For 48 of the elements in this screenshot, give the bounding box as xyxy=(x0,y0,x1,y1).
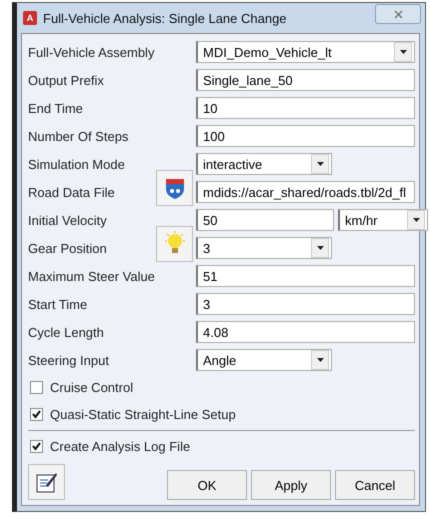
checkbox-label: Quasi-Static Straight-Line Setup xyxy=(50,407,236,422)
input-field[interactable]: 100 xyxy=(196,125,415,147)
field-label: Number Of Steps xyxy=(28,128,130,144)
road-sign-icon xyxy=(164,176,186,200)
field-label: Cycle Length xyxy=(28,324,105,340)
input-field[interactable]: Single_lane_50 xyxy=(196,69,415,91)
checkbox[interactable] xyxy=(30,408,43,421)
dropdown[interactable]: km/hr xyxy=(338,209,428,231)
window-title: Full-Vehicle Analysis: Single Lane Change xyxy=(43,10,288,26)
field-label: Road Data File xyxy=(28,184,116,200)
close-button[interactable] xyxy=(375,4,421,24)
dropdown-arrow-icon xyxy=(412,218,420,222)
field-label: Gear Position xyxy=(28,240,108,256)
dialog-button[interactable]: OK xyxy=(167,470,247,500)
field-label: End Time xyxy=(28,100,84,116)
dropdown[interactable]: Angle xyxy=(196,349,332,371)
close-icon xyxy=(394,10,402,18)
dropdown-arrow-icon xyxy=(400,50,406,54)
input-field[interactable]: 3 xyxy=(196,293,415,315)
dropdown[interactable]: 3 xyxy=(196,237,332,259)
dialog-button[interactable]: Apply xyxy=(251,470,331,500)
input-field[interactable]: 51 xyxy=(196,265,415,287)
dropdown[interactable]: MDI_Demo_Vehicle_lt xyxy=(196,41,415,63)
field-label: Output Prefix xyxy=(28,72,105,88)
dropdown-arrow-icon xyxy=(316,358,324,362)
dropdown[interactable]: interactive xyxy=(196,153,332,175)
checkbox-label: Create Analysis Log File xyxy=(50,439,190,454)
app-badge: A xyxy=(23,11,37,25)
dropdown-arrow-icon xyxy=(316,246,324,250)
notepad-pen-icon xyxy=(36,471,58,493)
checkbox[interactable] xyxy=(30,381,43,394)
checkbox[interactable] xyxy=(30,440,43,453)
field-label: Full-Vehicle Assembly xyxy=(28,44,156,60)
input-field[interactable]: 50 xyxy=(196,209,334,231)
road-sign-button[interactable] xyxy=(156,170,193,206)
input-field[interactable]: 10 xyxy=(196,97,415,119)
dialog-button[interactable]: Cancel xyxy=(335,470,415,500)
dropdown-arrow-icon xyxy=(316,162,324,166)
input-field[interactable]: mdids://acar_shared/roads.tbl/2d_fl xyxy=(196,181,415,203)
input-field[interactable]: 4.08 xyxy=(196,321,415,343)
field-label: Simulation Mode xyxy=(28,156,126,172)
field-label: Initial Velocity xyxy=(28,212,108,228)
field-label: Start Time xyxy=(28,296,88,312)
field-label: Steering Input xyxy=(28,352,110,368)
field-label: Maximum Steer Value xyxy=(28,268,156,284)
checkbox-label: Cruise Control xyxy=(50,380,134,395)
notepad-button[interactable] xyxy=(28,464,65,500)
lightbulb-button[interactable] xyxy=(156,226,193,262)
